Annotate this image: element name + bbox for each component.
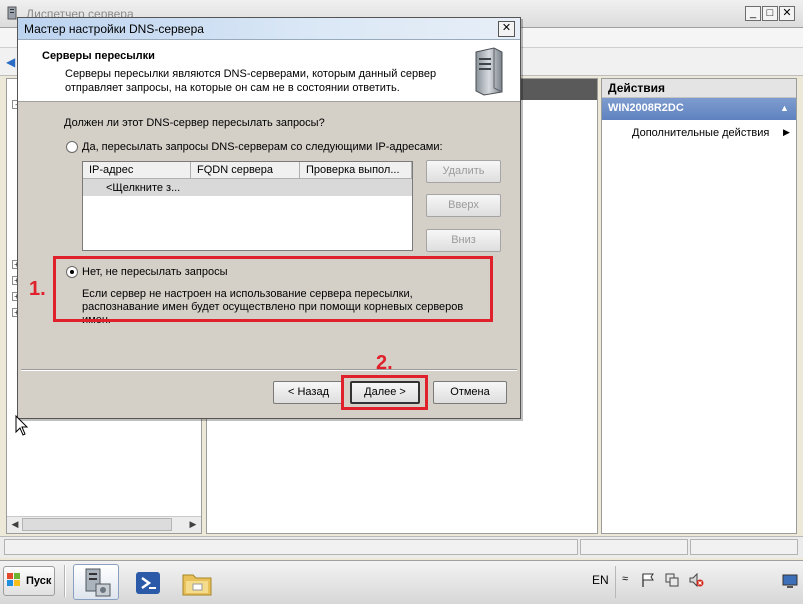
wizard-page-heading: Серверы пересылки bbox=[42, 50, 155, 62]
scroll-right-icon[interactable]: ▶ bbox=[186, 517, 200, 532]
speaker-muted-icon[interactable] bbox=[688, 572, 704, 588]
forwarding-question: Должен ли этот DNS-сервер пересылать зап… bbox=[64, 117, 325, 129]
folder-icon bbox=[182, 574, 212, 596]
more-actions-item[interactable]: Дополнительные действия bbox=[602, 124, 796, 144]
network-icon[interactable] bbox=[664, 572, 680, 588]
forward-yes-radio[interactable] bbox=[66, 141, 78, 153]
column-header-validation[interactable]: Проверка выпол... bbox=[300, 162, 412, 179]
back-button[interactable]: < Назад bbox=[273, 381, 344, 404]
wizard-title: Мастер настройки DNS-сервера bbox=[24, 22, 204, 36]
windows-logo-icon bbox=[7, 573, 20, 586]
action-center-flag-icon[interactable] bbox=[640, 572, 656, 588]
annotation-step-number: 1. bbox=[29, 278, 46, 300]
taskbar-explorer-button[interactable] bbox=[174, 564, 220, 600]
collapse-up-icon[interactable]: ▲ bbox=[780, 103, 789, 113]
status-cell bbox=[690, 539, 798, 555]
taskbar-server-manager-button[interactable] bbox=[73, 564, 119, 600]
submenu-arrow-icon[interactable]: ▶ bbox=[783, 127, 790, 138]
tray-divider bbox=[615, 566, 616, 598]
powershell-icon bbox=[136, 572, 160, 594]
close-window-button[interactable]: ✕ bbox=[779, 6, 795, 21]
annotation-highlight-box bbox=[341, 375, 428, 410]
wizard-close-button[interactable]: ✕ bbox=[498, 21, 515, 37]
show-desktop-icon[interactable] bbox=[782, 574, 798, 588]
list-item-placeholder-text: <Щелкните з... bbox=[106, 182, 181, 194]
wizard-page-description: Серверы пересылки являются DNS-серверами… bbox=[65, 68, 437, 94]
tree-scroll-thumb[interactable] bbox=[22, 518, 172, 531]
annotation-step-number: 2. bbox=[376, 352, 393, 374]
wizard-footer-separator bbox=[21, 369, 517, 371]
taskbar-separator bbox=[64, 565, 66, 597]
server-manager-icon bbox=[85, 568, 111, 597]
actions-server-group[interactable]: WIN2008R2DC bbox=[602, 98, 796, 120]
scroll-left-icon[interactable]: ◀ bbox=[8, 517, 22, 532]
forward-yes-label[interactable]: Да, пересылать запросы DNS-серверам со с… bbox=[82, 141, 443, 153]
annotation-highlight-box bbox=[53, 256, 493, 322]
delete-button[interactable]: Удалить bbox=[426, 160, 501, 183]
move-up-button[interactable]: Вверх bbox=[426, 194, 501, 217]
column-header-ip[interactable]: IP-адрес bbox=[83, 162, 191, 179]
server-tower-icon bbox=[475, 47, 503, 96]
column-header-fqdn[interactable]: FQDN сервера bbox=[191, 162, 300, 179]
actions-pane bbox=[601, 78, 797, 534]
tray-expand-icon[interactable]: ≈ bbox=[622, 573, 628, 585]
move-down-button[interactable]: Вниз bbox=[426, 229, 501, 252]
actions-pane-title: Действия bbox=[602, 79, 796, 98]
taskbar-powershell-button[interactable] bbox=[125, 564, 171, 600]
language-indicator[interactable]: EN bbox=[592, 573, 609, 587]
maximize-button[interactable]: □ bbox=[762, 6, 778, 21]
status-cell bbox=[4, 539, 578, 555]
mouse-cursor-icon bbox=[15, 415, 29, 436]
minimize-button[interactable]: _ bbox=[745, 6, 761, 21]
taskbar bbox=[0, 560, 803, 604]
cancel-button[interactable]: Отмена bbox=[433, 381, 507, 404]
status-cell bbox=[580, 539, 688, 555]
